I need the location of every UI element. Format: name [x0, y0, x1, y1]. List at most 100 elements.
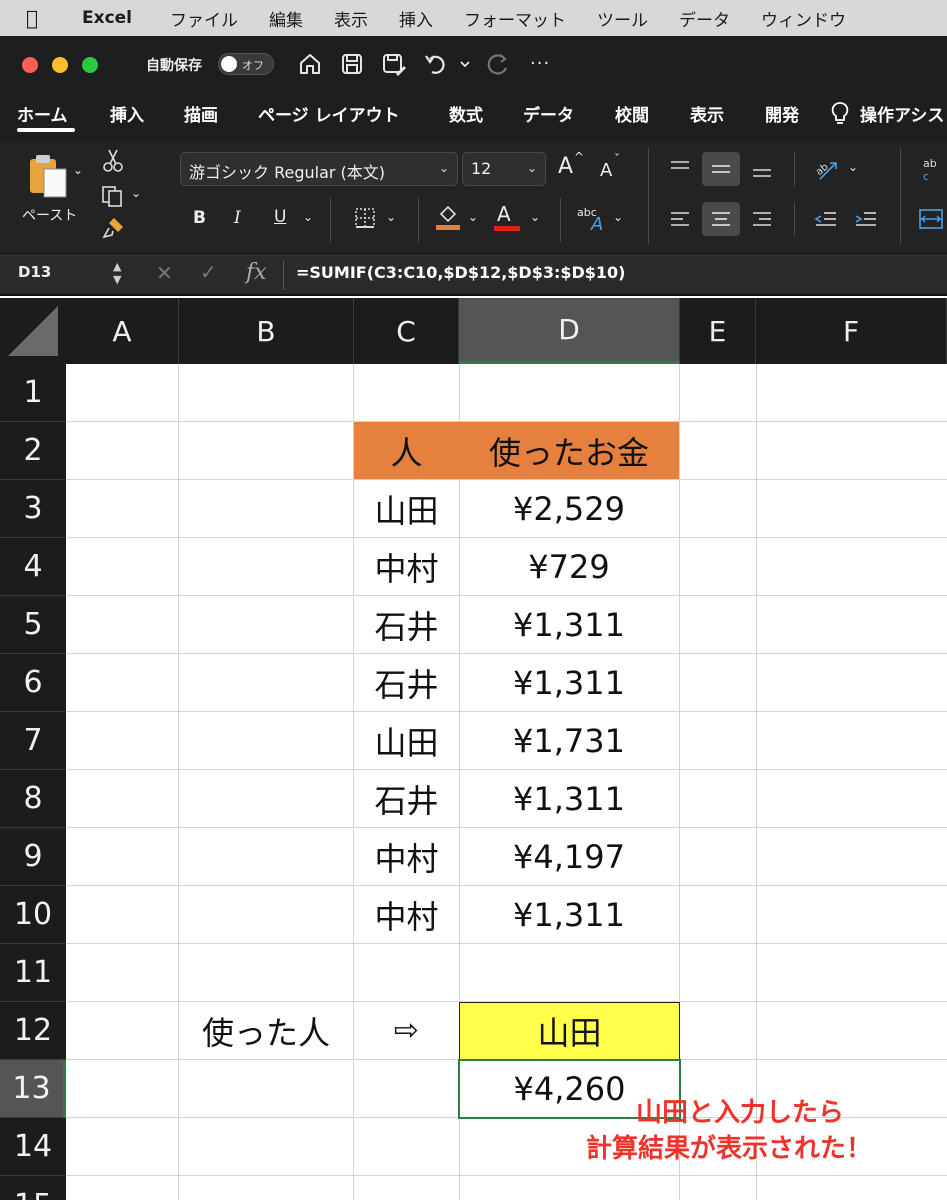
row-header-12[interactable]: 12	[0, 1002, 66, 1060]
tab-tell-me[interactable]: 操作アシス	[860, 101, 944, 126]
tab-data[interactable]: データ	[523, 101, 574, 126]
column-header-b[interactable]: B	[179, 298, 354, 364]
tab-view[interactable]: 表示	[690, 101, 724, 126]
cut-icon[interactable]	[100, 146, 126, 174]
save-as-icon[interactable]	[380, 50, 408, 78]
merge-center-icon[interactable]	[916, 202, 946, 236]
cell-c3[interactable]: 山田	[354, 480, 459, 537]
name-box-stepper-icon[interactable]: ▲ ▼	[113, 260, 121, 286]
row-header-13[interactable]: 13	[0, 1060, 66, 1118]
fill-color-chevron-down-icon[interactable]: ⌄	[468, 210, 478, 224]
tab-formulas[interactable]: 数式	[449, 101, 483, 126]
italic-button[interactable]: I	[234, 208, 241, 228]
menu-file[interactable]: ファイル	[170, 6, 238, 31]
row-header-2[interactable]: 2	[0, 422, 66, 480]
fill-color-icon[interactable]	[434, 202, 462, 232]
phonetic-chevron-down-icon[interactable]: ⌄	[613, 210, 623, 224]
column-header-c[interactable]: C	[354, 298, 459, 364]
menu-format[interactable]: フォーマット	[464, 6, 566, 31]
cell-c2[interactable]: 人	[354, 422, 459, 479]
format-painter-icon[interactable]	[98, 214, 128, 242]
menu-app-name[interactable]: Excel	[82, 8, 132, 28]
column-header-f[interactable]: F	[756, 298, 947, 364]
cell-d5[interactable]: ¥1,311	[459, 596, 679, 653]
column-header-d[interactable]: D	[459, 298, 680, 364]
paste-chevron-down-icon[interactable]: ⌄	[73, 163, 83, 177]
select-all-corner[interactable]	[0, 298, 66, 364]
underline-button[interactable]: U	[274, 207, 286, 227]
undo-chevron-down-icon[interactable]	[458, 56, 472, 84]
tab-developer[interactable]: 開発	[765, 101, 799, 126]
orientation-chevron-down-icon[interactable]: ⌄	[848, 160, 858, 174]
borders-chevron-down-icon[interactable]: ⌄	[386, 210, 396, 224]
column-header-a[interactable]: A	[66, 298, 179, 364]
underline-chevron-down-icon[interactable]: ⌄	[303, 210, 313, 224]
home-icon[interactable]	[296, 50, 324, 78]
grow-font-button[interactable]: A	[558, 154, 573, 179]
row-header-8[interactable]: 8	[0, 770, 66, 828]
bold-button[interactable]: B	[193, 208, 206, 228]
tab-page-layout[interactable]: ページ レイアウト	[258, 101, 400, 126]
row-header-11[interactable]: 11	[0, 944, 66, 1002]
tab-insert[interactable]: 挿入	[110, 101, 144, 126]
align-left-icon[interactable]	[664, 202, 696, 236]
row-header-1[interactable]: 1	[0, 364, 66, 422]
row-header-15[interactable]: 15	[0, 1176, 66, 1200]
row-header-6[interactable]: 6	[0, 654, 66, 712]
cell-d12[interactable]: 山田	[459, 1002, 680, 1060]
row-header-3[interactable]: 3	[0, 480, 66, 538]
redo-icon[interactable]	[484, 50, 512, 78]
cell-b12[interactable]: 使った人	[179, 1002, 353, 1059]
paste-icon[interactable]	[22, 150, 72, 202]
lightbulb-icon[interactable]	[830, 101, 850, 130]
cell-c12[interactable]: ⇨	[354, 1002, 459, 1059]
menu-edit[interactable]: 編集	[269, 6, 303, 31]
cell-d4[interactable]: ¥729	[459, 538, 679, 595]
cell-c6[interactable]: 石井	[354, 654, 459, 711]
font-name-dropdown[interactable]: 游ゴシック Regular (本文) ⌄	[180, 152, 458, 186]
cell-d2[interactable]: 使ったお金	[459, 422, 679, 479]
cell-c9[interactable]: 中村	[354, 828, 459, 885]
cell-c10[interactable]: 中村	[354, 886, 459, 943]
row-header-7[interactable]: 7	[0, 712, 66, 770]
menu-window[interactable]: ウィンドウ	[761, 6, 846, 31]
cell-d6[interactable]: ¥1,311	[459, 654, 679, 711]
menu-tools[interactable]: ツール	[597, 6, 648, 31]
menu-data[interactable]: データ	[679, 6, 730, 31]
tab-home[interactable]: ホーム	[17, 101, 68, 126]
menu-view[interactable]: 表示	[334, 6, 368, 31]
shrink-font-button[interactable]: A	[600, 160, 612, 181]
orientation-icon[interactable]: ab	[810, 152, 844, 186]
more-icon[interactable]: ···	[530, 53, 550, 74]
cell-d3[interactable]: ¥2,529	[459, 480, 679, 537]
copy-icon[interactable]	[98, 182, 128, 210]
align-center-icon[interactable]	[702, 202, 740, 236]
row-header-9[interactable]: 9	[0, 828, 66, 886]
align-right-icon[interactable]	[746, 202, 778, 236]
borders-icon[interactable]	[350, 204, 380, 232]
align-top-icon[interactable]	[664, 152, 696, 186]
row-header-14[interactable]: 14	[0, 1118, 66, 1176]
close-window-button[interactable]	[22, 57, 38, 73]
cell-d10[interactable]: ¥1,311	[459, 886, 679, 943]
cell-d9[interactable]: ¥4,197	[459, 828, 679, 885]
insert-function-button[interactable]: fx	[246, 260, 267, 285]
apple-icon[interactable]: 	[26, 6, 62, 30]
cell-c7[interactable]: 山田	[354, 712, 459, 769]
formula-input[interactable]: =SUMIF(C3:C10,$D$12,$D$3:$D$10)	[296, 263, 626, 282]
minimize-window-button[interactable]	[52, 57, 68, 73]
cell-d8[interactable]: ¥1,311	[459, 770, 679, 827]
enter-formula-icon[interactable]: ✓	[200, 260, 217, 284]
cell-c5[interactable]: 石井	[354, 596, 459, 653]
save-icon[interactable]	[338, 50, 366, 78]
font-color-button[interactable]: A	[497, 202, 511, 226]
align-bottom-icon[interactable]	[746, 152, 778, 186]
name-box[interactable]: D13	[18, 263, 51, 281]
undo-icon[interactable]	[422, 50, 450, 78]
cell-c8[interactable]: 石井	[354, 770, 459, 827]
font-size-dropdown[interactable]: 12 ⌄	[462, 152, 546, 186]
wrap-text-icon[interactable]: ab c	[916, 152, 946, 186]
font-color-chevron-down-icon[interactable]: ⌄	[530, 210, 540, 224]
increase-indent-icon[interactable]	[850, 202, 882, 236]
row-header-4[interactable]: 4	[0, 538, 66, 596]
